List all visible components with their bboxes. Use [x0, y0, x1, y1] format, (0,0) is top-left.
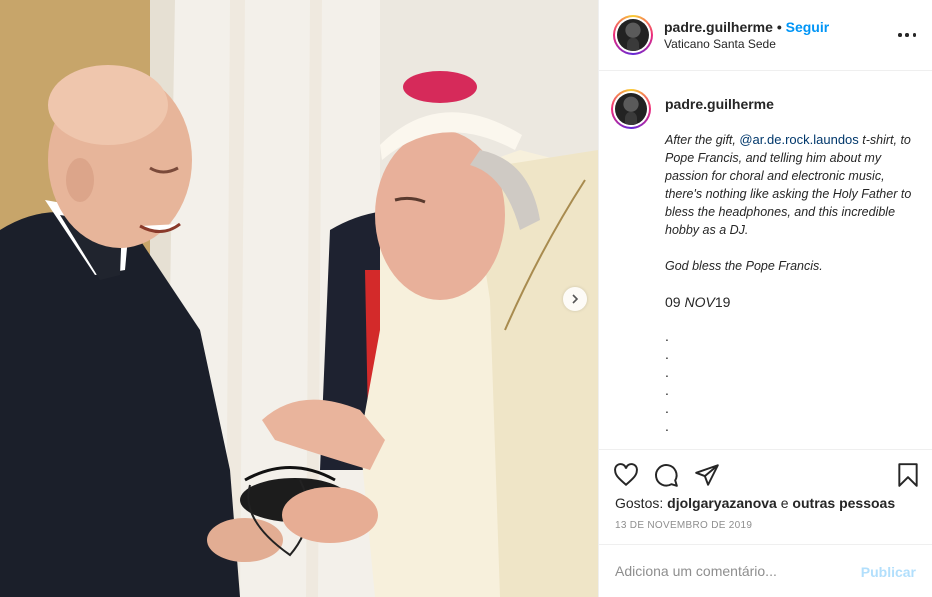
caption-dot: .	[665, 328, 669, 344]
chevron-right-icon	[572, 294, 579, 304]
caption-dot: .	[665, 364, 669, 380]
caption-dot: .	[665, 346, 669, 362]
comment-input[interactable]	[615, 560, 845, 582]
avatar-image	[617, 19, 649, 51]
caption-dot: .	[665, 400, 669, 416]
caption-dot: .	[665, 382, 669, 398]
caption-date-day: 09	[665, 294, 685, 310]
caption-paragraph: After the gift, @ar.de.rock.laundos t-sh…	[665, 131, 923, 239]
likes-others-link[interactable]: outras pessoas	[792, 495, 895, 511]
share-icon[interactable]	[694, 462, 720, 488]
caption-text-part: After the gift,	[665, 133, 740, 147]
heart-icon[interactable]	[613, 462, 639, 488]
follow-button[interactable]: Seguir	[786, 19, 830, 35]
likes-user-link[interactable]: djolgaryazanova	[667, 495, 777, 511]
action-bar	[599, 449, 932, 489]
comments-section[interactable]: padre.guilherme After the gift, @ar.de.r…	[599, 71, 932, 449]
comment-bar: Publicar	[599, 544, 932, 597]
caption-text-part: t-shirt, to Pope Francis, and telling hi…	[665, 133, 912, 237]
post-photo	[0, 0, 598, 597]
photo-illustration	[0, 0, 598, 597]
publish-button[interactable]: Publicar	[861, 564, 916, 580]
likes-prefix: Gostos:	[615, 495, 668, 511]
author-username-link[interactable]: padre.guilherme	[664, 19, 773, 35]
caption-date-month: NOV	[684, 294, 715, 310]
location-link[interactable]: Vaticano Santa Sede	[664, 37, 776, 51]
caption-blessing: God bless the Pope Francis.	[665, 259, 823, 273]
caption-dot: .	[665, 418, 669, 434]
header-username-line: padre.guilherme • Seguir	[664, 19, 829, 35]
caption-dateline: 09 NOV19	[665, 293, 923, 311]
mention-link[interactable]: @ar.de.rock.laundos	[739, 132, 858, 147]
bookmark-icon[interactable]	[895, 462, 921, 488]
avatar-image	[615, 93, 647, 125]
caption-dots: . . . . . .	[665, 327, 669, 435]
post-date[interactable]: 13 DE NOVEMBRO DE 2019	[615, 520, 752, 531]
likes-connector: e	[776, 495, 793, 511]
caption-text: After the gift, @ar.de.rock.laundos t-sh…	[665, 131, 923, 329]
separator-dot: •	[776, 19, 782, 35]
author-avatar[interactable]	[613, 15, 653, 55]
likes-summary: Gostos: djolgaryazanova e outras pessoas	[615, 495, 895, 511]
post-header: padre.guilherme • Seguir Vaticano Santa …	[599, 0, 932, 71]
comment-icon[interactable]	[653, 462, 679, 488]
caption-date-year: 19	[714, 294, 731, 310]
next-photo-button[interactable]	[563, 287, 587, 311]
post-panel: padre.guilherme • Seguir Vaticano Santa …	[598, 0, 932, 597]
caption-avatar[interactable]	[611, 89, 651, 129]
more-options-icon[interactable]	[898, 26, 916, 44]
caption-username-link[interactable]: padre.guilherme	[665, 96, 774, 112]
